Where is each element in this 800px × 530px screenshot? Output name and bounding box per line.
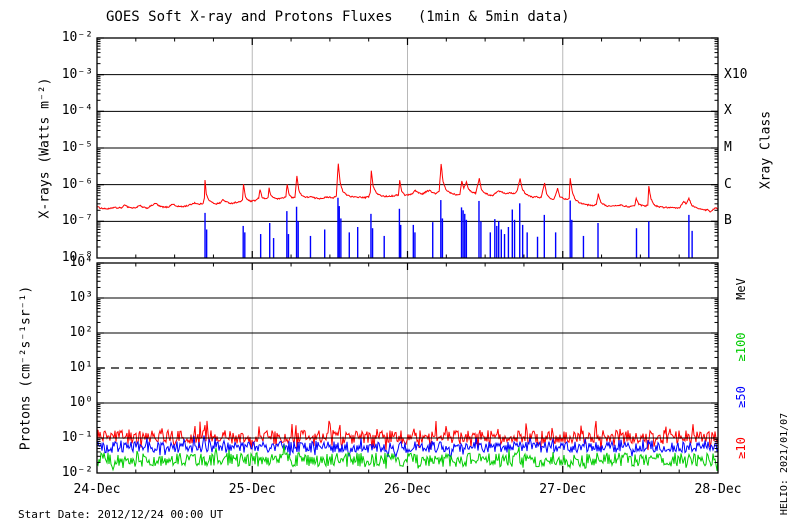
- xray-y-tick-label: 10⁻⁴: [61, 103, 93, 119]
- protons-y-tick-label: 10²: [69, 325, 93, 340]
- x-axis-day-label: 24-Dec: [73, 482, 121, 497]
- proton-energy-label: ≥100: [734, 332, 748, 362]
- xray-class-axis-title: Xray Class: [758, 110, 774, 190]
- protons-y-tick-label: 10¹: [69, 360, 93, 375]
- protons-y-tick-label: 10⁻¹: [61, 430, 93, 445]
- goes-flux-plot: GOES Soft X-ray and Protons Fluxes (1min…: [0, 0, 800, 530]
- x-axis-day-label: 27-Dec: [539, 482, 587, 497]
- xray-y-tick-label: 10⁻⁷: [61, 213, 93, 229]
- xray-y-tick-label: 10⁻²: [61, 30, 93, 45]
- xray-class-label: M: [724, 140, 732, 155]
- protons-y-tick-label: 10³: [69, 290, 93, 305]
- start-date-label: Start Date: 2012/12/24 00:00 UT: [18, 508, 224, 521]
- proton-energy-label: ≥10: [734, 437, 748, 459]
- mev-axis-title: MeV: [734, 278, 748, 300]
- proton-energy-label: ≥50: [734, 386, 748, 408]
- chart-title: GOES Soft X-ray and Protons Fluxes (1min…: [106, 9, 570, 25]
- helio-watermark: HELIO: 2021/01/07: [779, 412, 790, 516]
- xray-class-label: B: [724, 213, 732, 229]
- protons-y-tick-label: 10⁰: [69, 395, 93, 410]
- x-axis-day-label: 26-Dec: [384, 482, 431, 497]
- xray-y-tick-label: 10⁻⁵: [61, 140, 93, 155]
- chart-canvas: [96, 37, 719, 474]
- xray-class-label: C: [724, 176, 732, 192]
- x-axis-day-label: 25-Dec: [228, 482, 276, 497]
- xray-y-tick-label: 10⁻³: [61, 66, 93, 82]
- protons-y-tick-label: 10⁻²: [61, 465, 93, 480]
- xray-class-label: X: [724, 103, 732, 119]
- xray-y-tick-label: 10⁻⁶: [61, 176, 93, 192]
- x-axis-day-label: 28-Dec: [694, 482, 742, 497]
- protons-y-tick-label: 10⁴: [69, 255, 93, 270]
- xray-class-label: X10: [724, 66, 748, 82]
